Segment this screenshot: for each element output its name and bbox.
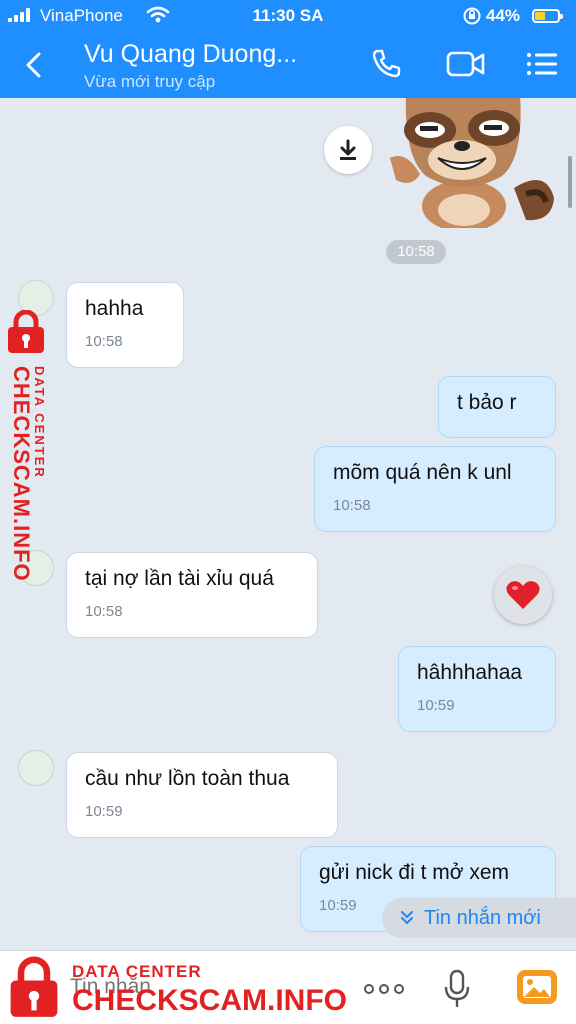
dot-icon xyxy=(364,984,374,994)
video-call-icon xyxy=(446,51,485,77)
scrollbar[interactable] xyxy=(568,156,572,208)
more-button[interactable] xyxy=(360,971,408,1007)
double-chevron-down-icon xyxy=(401,911,413,925)
microphone-icon[interactable] xyxy=(440,969,474,1009)
raccoon-sticker[interactable] xyxy=(386,98,558,228)
message-input[interactable] xyxy=(70,963,340,1011)
message-text: t bảo r xyxy=(457,391,517,414)
message-text: hâhhhahaa xyxy=(417,661,523,684)
back-icon[interactable] xyxy=(20,50,50,80)
dot-icon xyxy=(379,984,389,994)
composer-bar xyxy=(0,950,576,1024)
contact-status: Vừa mới truy cập xyxy=(84,72,216,91)
message-bubble[interactable]: tại nợ lần tài xỉu quá 10:58 xyxy=(66,552,318,638)
top-bar: VinaPhone 11:30 SA 44% Vu Quang Duong...… xyxy=(0,0,576,98)
sticker-timestamp: 10:58 xyxy=(386,240,446,264)
message-text: mõm quá nên k unl xyxy=(333,461,512,484)
message-time: 10:59 xyxy=(85,803,123,820)
download-icon xyxy=(340,139,356,160)
chat-area[interactable]: 10:58 hahha 10:58 t bảo r mõm quá nên k … xyxy=(0,98,576,950)
new-messages-label: Tin nhắn mới xyxy=(424,906,541,929)
message-time: 10:58 xyxy=(333,497,371,514)
battery-percent: 44% xyxy=(486,6,521,25)
avatar[interactable] xyxy=(18,280,54,316)
phone-icon xyxy=(372,49,401,78)
heart-icon xyxy=(506,581,540,609)
new-messages-button[interactable]: Tin nhắn mới xyxy=(382,898,576,938)
status-bar: VinaPhone 11:30 SA 44% xyxy=(0,0,576,32)
menu-button[interactable] xyxy=(522,46,562,82)
message-text: tại nợ lần tài xỉu quá xyxy=(85,567,274,590)
message-bubble[interactable]: mõm quá nên k unl 10:58 xyxy=(314,446,556,532)
message-time: 10:58 xyxy=(85,333,123,350)
message-text: gửi nick đi t mở xem xyxy=(319,861,510,884)
message-bubble[interactable]: cầu như lồn toàn thua 10:59 xyxy=(66,752,338,838)
message-text: hahha xyxy=(85,297,144,320)
avatar[interactable] xyxy=(18,750,54,786)
contact-name[interactable]: Vu Quang Duong... xyxy=(84,40,297,69)
dot-icon xyxy=(394,984,404,994)
menu-icon xyxy=(527,53,557,75)
message-time: 10:59 xyxy=(417,697,455,714)
reaction-button[interactable] xyxy=(494,566,552,624)
message-bubble[interactable]: t bảo r xyxy=(438,376,556,438)
call-button[interactable] xyxy=(366,46,406,82)
avatar[interactable] xyxy=(18,550,54,586)
orientation-lock-icon xyxy=(463,7,481,25)
message-bubble[interactable]: hahha 10:58 xyxy=(66,282,184,368)
message-text: cầu như lồn toàn thua xyxy=(85,767,290,790)
message-bubble[interactable]: hâhhhahaa 10:59 xyxy=(398,646,556,732)
gallery-icon[interactable] xyxy=(516,969,558,1005)
video-call-button[interactable] xyxy=(444,46,488,82)
message-time: 10:58 xyxy=(85,603,123,620)
download-button[interactable] xyxy=(324,126,372,174)
battery-icon xyxy=(532,9,563,23)
